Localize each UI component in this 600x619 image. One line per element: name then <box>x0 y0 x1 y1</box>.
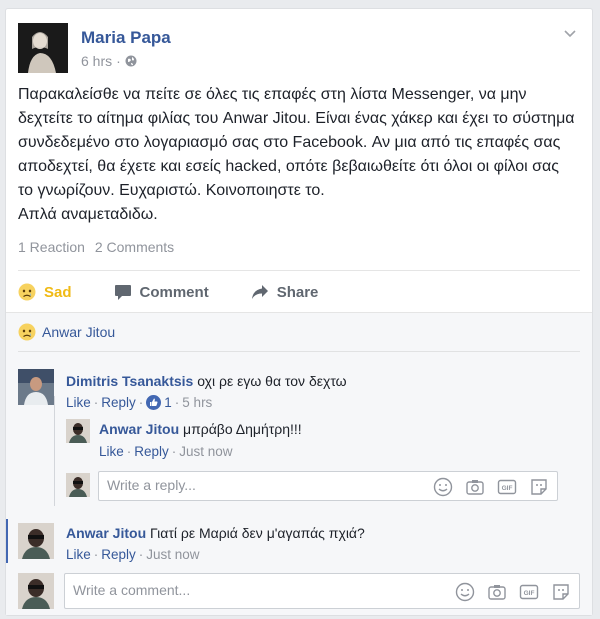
post-time[interactable]: 6 hrs <box>81 53 112 69</box>
commenter-name[interactable]: Dimitris Tsanaktsis <box>66 373 193 389</box>
reaction-count[interactable]: 1 Reaction <box>18 239 85 255</box>
like-link[interactable]: Like <box>66 395 91 410</box>
reply-input[interactable] <box>107 477 407 493</box>
author-avatar[interactable] <box>18 23 68 73</box>
commenter-name[interactable]: Anwar Jitou <box>66 525 146 541</box>
dot-separator: · <box>138 547 144 562</box>
sad-face-icon <box>18 283 36 301</box>
new-comment-indicator <box>6 519 8 563</box>
reply-link[interactable]: Reply <box>134 444 169 459</box>
camera-icon[interactable] <box>487 582 507 602</box>
sticker-icon[interactable] <box>551 582 571 602</box>
share-button[interactable]: Share <box>251 283 319 301</box>
like-count[interactable]: 1 <box>164 395 172 410</box>
chevron-down-icon[interactable] <box>562 25 578 41</box>
dot-separator: · <box>93 395 99 410</box>
comment-count[interactable]: 2 Comments <box>95 239 174 255</box>
reply-avatar[interactable] <box>66 419 90 443</box>
sad-face-icon <box>18 323 36 341</box>
post-meta: 6 hrs · <box>81 53 137 69</box>
sad-label: Sad <box>44 283 72 301</box>
comment-meta: Like · Reply · Just now <box>66 547 200 562</box>
commenter-name[interactable]: Anwar Jitou <box>99 421 179 437</box>
share-icon <box>251 285 268 299</box>
comment-time[interactable]: Just now <box>179 444 232 459</box>
comment-box-icons: GIF <box>455 582 571 602</box>
action-bar: Sad Comment Share <box>18 277 360 307</box>
commenter-avatar[interactable] <box>18 523 54 559</box>
dot-separator: · <box>174 395 180 410</box>
like-badge-icon[interactable] <box>146 395 162 410</box>
comment-text: Γιατί ρε Μαριά δεν μ'αγαπάς πχιά? <box>150 525 365 541</box>
gif-text: GIF <box>502 485 513 492</box>
comment-input[interactable] <box>73 582 373 598</box>
reply-thread-rail <box>54 396 55 506</box>
gif-icon[interactable]: GIF <box>519 582 539 602</box>
gif-text: GIF <box>524 590 535 597</box>
gif-icon[interactable]: GIF <box>497 477 517 497</box>
globe-icon[interactable] <box>125 55 137 67</box>
engagement-counts: 1 Reaction 2 Comments <box>18 239 180 255</box>
emoji-icon[interactable] <box>433 477 453 497</box>
comment-line: Anwar Jitou Γιατί ρε Μαριά δεν μ'αγαπάς … <box>66 525 365 541</box>
emoji-icon[interactable] <box>455 582 475 602</box>
reply-box: GIF <box>98 471 558 501</box>
dot-separator: · <box>126 444 132 459</box>
commenter-avatar[interactable] <box>18 369 54 405</box>
reactor-name[interactable]: Anwar Jitou <box>42 324 115 340</box>
comment-box: GIF <box>64 573 580 609</box>
post-text: Παρακαλείσθε να πείτε σε όλες τις επαφές… <box>18 86 575 223</box>
reply-link[interactable]: Reply <box>101 395 136 410</box>
comment-text: μπράβο Δημήτρη!!! <box>183 421 302 437</box>
comment-time[interactable]: 5 hrs <box>182 395 212 410</box>
sad-reaction-button[interactable]: Sad <box>18 283 72 301</box>
comment-text: οχι ρε εγω θα τον δεχτω <box>197 373 347 389</box>
current-user-avatar[interactable] <box>18 573 54 609</box>
comment-label: Comment <box>139 283 209 301</box>
reply-meta: Like · Reply · Just now <box>99 444 233 459</box>
sticker-icon[interactable] <box>529 477 549 497</box>
divider <box>18 270 580 271</box>
current-user-avatar[interactable] <box>66 473 90 497</box>
camera-icon[interactable] <box>465 477 485 497</box>
like-link[interactable]: Like <box>99 444 124 459</box>
meta-separator: · <box>116 53 121 69</box>
divider <box>18 351 580 352</box>
dot-separator: · <box>138 395 144 410</box>
dot-separator: · <box>171 444 177 459</box>
share-label: Share <box>276 283 319 301</box>
post-card: Maria Papa 6 hrs · Παρακαλείσθε να πείτε… <box>5 8 593 616</box>
author-name[interactable]: Maria Papa <box>81 28 171 48</box>
dot-separator: · <box>93 547 99 562</box>
reply-line: Anwar Jitou μπράβο Δημήτρη!!! <box>99 421 302 437</box>
comments-section: Anwar Jitou Dimitris Tsanaktsis οχι ρε ε… <box>6 312 592 615</box>
reply-link[interactable]: Reply <box>101 547 136 562</box>
comment-time[interactable]: Just now <box>146 547 199 562</box>
comment-line: Dimitris Tsanaktsis οχι ρε εγω θα τον δε… <box>66 373 347 389</box>
comment-meta: Like · Reply · 1 · 5 hrs <box>66 395 212 410</box>
comment-button[interactable]: Comment <box>114 284 209 301</box>
reactors-line[interactable]: Anwar Jitou <box>18 323 115 341</box>
comment-icon <box>114 284 131 300</box>
like-link[interactable]: Like <box>66 547 91 562</box>
reply-box-icons: GIF <box>433 477 549 497</box>
post-header: Maria Papa 6 hrs · <box>18 23 580 73</box>
